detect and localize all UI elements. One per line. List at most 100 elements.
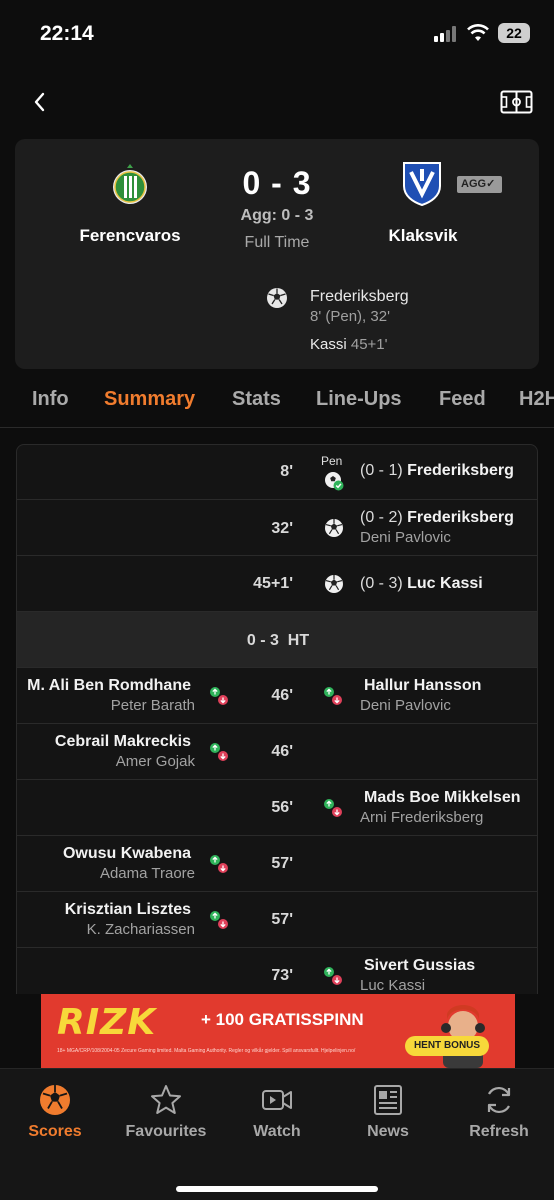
goal-scorer: Frederiksberg <box>407 509 514 526</box>
substitution-icon <box>324 799 342 817</box>
klaksvik-crest-icon[interactable] <box>401 160 443 206</box>
ad-mascot-image <box>441 1005 485 1068</box>
refresh-icon <box>487 1086 511 1114</box>
home-indicator[interactable] <box>176 1186 378 1192</box>
match-score: 0 - 3 <box>242 165 312 201</box>
home-sub-in: Cebrail Makreckis <box>54 733 191 750</box>
match-events-list: 8' Pen (0 - 1) Frederiksberg 32' (0 - 2)… <box>16 444 538 994</box>
aggregate-winner-badge: AGG✓ <box>457 176 502 193</box>
goal-event: (0 - 1) Frederiksberg <box>360 462 514 480</box>
ad-cta-button[interactable]: HENT BONUS <box>405 1036 489 1056</box>
event-row-substitution[interactable]: Krisztian Lisztes K. Zachariassen 57' <box>17 892 537 948</box>
away-sub-out: Arni Frederiksberg <box>360 809 484 826</box>
tab-summary[interactable]: Summary <box>104 388 195 411</box>
goal-event: (0 - 3) Luc Kassi <box>360 575 483 593</box>
tab-info[interactable]: Info <box>32 388 69 411</box>
ferencvaros-crest-icon[interactable] <box>108 162 152 208</box>
goal-scorer: Frederiksberg <box>407 462 514 479</box>
agg-badge-label: AGG <box>461 178 487 190</box>
ht-score: 0 - 3 <box>246 632 279 649</box>
away-sub-in: Hallur Hansson <box>364 677 482 694</box>
nav-scores[interactable]: Scores <box>0 1083 110 1141</box>
event-minute: 56' <box>271 799 293 816</box>
substitution-icon <box>210 855 228 873</box>
home-team-name[interactable]: Ferencvaros <box>60 226 200 246</box>
video-icon <box>262 1090 292 1110</box>
goal-scorer-1-name: Frederiksberg <box>310 288 409 305</box>
nav-favourites[interactable]: Favourites <box>111 1083 221 1141</box>
star-icon <box>151 1085 181 1114</box>
nav-scores-label: Scores <box>28 1123 82 1140</box>
cellular-signal-icon <box>434 26 460 42</box>
away-sub-out: Deni Pavlovic <box>360 697 451 714</box>
home-sub-in: Owusu Kwabena <box>62 845 191 862</box>
back-button[interactable] <box>28 88 52 116</box>
event-row-substitution[interactable]: Owusu Kwabena Adama Traore 57' <box>17 836 537 892</box>
event-minute: 45+1' <box>253 575 293 592</box>
half-time-score: 0 - 3 HT <box>17 632 537 650</box>
nav-favourites-label: Favourites <box>125 1123 207 1140</box>
event-row-substitution[interactable]: 56' Mads Boe Mikkelsen Arni Frederiksber… <box>17 780 537 836</box>
home-sub-out: Peter Barath <box>110 697 195 714</box>
soccer-ball-icon <box>267 288 287 308</box>
event-minute: 57' <box>271 855 293 872</box>
match-status: Full Time <box>244 234 310 251</box>
away-team-name[interactable]: Klaksvik <box>353 226 493 246</box>
substitution-icon <box>210 911 228 929</box>
ad-brand-logo: RIZK <box>57 1002 157 1043</box>
goal-scorer-1-minutes: 8' (Pen), 32' <box>310 308 390 325</box>
event-minute: 8' <box>280 463 293 480</box>
match-tabs: Info Summary Stats Line-Ups Feed H2H <box>0 384 554 424</box>
tab-stats[interactable]: Stats <box>232 388 281 411</box>
home-sub-in: Krisztian Lisztes <box>64 901 191 918</box>
goal-scorer-2-minutes: 45+1' <box>350 336 388 353</box>
event-minute: 46' <box>271 687 293 704</box>
running-score: (0 - 1) <box>360 462 403 479</box>
soccer-ball-icon <box>40 1085 70 1115</box>
half-time-row: 0 - 3 HT <box>17 612 537 668</box>
goal-scorer-2: Kassi 45+1' <box>310 336 388 353</box>
substitution-icon <box>210 687 228 705</box>
tab-line-ups[interactable]: Line-Ups <box>316 388 402 411</box>
substitution-icon <box>324 967 342 985</box>
newspaper-icon <box>374 1085 402 1115</box>
event-row-goal[interactable]: 32' (0 - 2) Frederiksberg Deni Pavlovic <box>17 500 537 556</box>
goal-icon <box>325 519 343 537</box>
event-minute: 46' <box>271 743 293 760</box>
substitution-icon <box>210 743 228 761</box>
penalty-goal-icon <box>325 472 344 491</box>
nav-refresh-label: Refresh <box>469 1123 529 1140</box>
away-sub-in: Sivert Gussias <box>364 957 476 974</box>
tab-h2h[interactable]: H2H <box>519 388 554 411</box>
running-score: (0 - 3) <box>360 575 403 592</box>
running-score: (0 - 2) <box>360 509 403 526</box>
ad-disclaimer: 18+ MGA/CRP/108/2004-05 Zecure Gaming li… <box>57 1048 356 1054</box>
event-row-goal-penalty[interactable]: 8' Pen (0 - 1) Frederiksberg <box>17 445 537 500</box>
event-row-substitution[interactable]: M. Ali Ben Romdhane Peter Barath 46' Hal… <box>17 668 537 724</box>
home-sub-out: Amer Gojak <box>115 753 195 770</box>
penalty-label: Pen <box>321 454 343 468</box>
nav-refresh[interactable]: Refresh <box>444 1083 554 1141</box>
event-minute: 32' <box>271 520 293 537</box>
event-minute: 57' <box>271 911 293 928</box>
tabs-divider <box>0 427 554 428</box>
nav-watch[interactable]: Watch <box>222 1083 332 1141</box>
pitch-view-button[interactable] <box>500 90 533 114</box>
advertisement-banner[interactable]: RIZK + 100 GRATISSPINN 18+ MGA/CRP/108/2… <box>41 994 515 1068</box>
ht-label: HT <box>287 632 310 649</box>
event-row-substitution[interactable]: 73' Sivert Gussias Luc Kassi <box>17 948 537 994</box>
home-sub-out: Adama Traore <box>99 865 195 882</box>
event-row-substitution[interactable]: Cebrail Makreckis Amer Gojak 46' <box>17 724 537 780</box>
away-sub-in: Mads Boe Mikkelsen <box>364 789 521 806</box>
goal-event: (0 - 2) Frederiksberg <box>360 509 514 527</box>
goal-icon <box>325 575 343 593</box>
battery-indicator: 22 <box>498 23 530 43</box>
nav-news[interactable]: News <box>333 1083 443 1141</box>
ad-offer-text: + 100 GRATISSPINN <box>201 1010 364 1029</box>
status-bar: 22:14 22 <box>0 0 554 70</box>
event-row-goal[interactable]: 45+1' (0 - 3) Luc Kassi <box>17 556 537 612</box>
tab-feed[interactable]: Feed <box>439 388 486 411</box>
goal-scorer: Luc Kassi <box>407 575 483 592</box>
wifi-icon <box>467 24 489 41</box>
home-sub-out: K. Zachariassen <box>86 921 195 938</box>
